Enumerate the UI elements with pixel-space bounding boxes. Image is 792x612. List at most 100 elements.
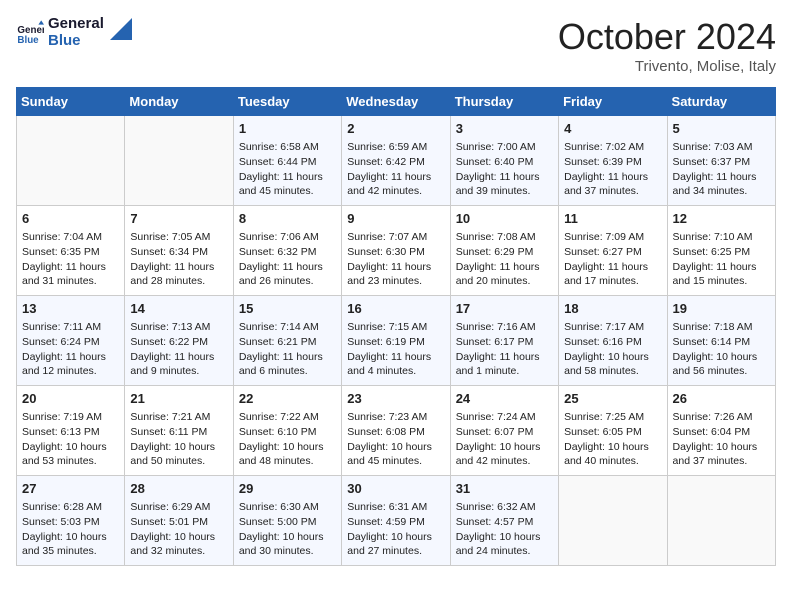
logo: General Blue General Blue [16, 16, 132, 49]
weekday-header-tuesday: Tuesday [233, 88, 341, 116]
day-number: 22 [239, 390, 336, 408]
day-info: Sunrise: 7:13 AM Sunset: 6:22 PM Dayligh… [130, 320, 227, 379]
location: Trivento, Molise, Italy [558, 58, 776, 75]
day-info: Sunrise: 6:31 AM Sunset: 4:59 PM Dayligh… [347, 500, 444, 559]
day-number: 3 [456, 120, 553, 138]
day-number: 28 [130, 480, 227, 498]
calendar-cell: 28 Sunrise: 6:29 AM Sunset: 5:01 PM Dayli… [125, 476, 233, 566]
day-number: 24 [456, 390, 553, 408]
calendar-cell: 4Sunrise: 7:02 AM Sunset: 6:39 PM Daylig… [559, 116, 667, 206]
weekday-header-friday: Friday [559, 88, 667, 116]
day-number: 12 [673, 210, 770, 228]
calendar-cell: 15Sunrise: 7:14 AM Sunset: 6:21 PM Dayli… [233, 296, 341, 386]
weekday-header-saturday: Saturday [667, 88, 775, 116]
day-info: Sunrise: 7:16 AM Sunset: 6:17 PM Dayligh… [456, 320, 553, 379]
day-number: 7 [130, 210, 227, 228]
calendar-cell: 26Sunrise: 7:26 AM Sunset: 6:04 PM Dayli… [667, 386, 775, 476]
day-info: Sunrise: 6:30 AM Sunset: 5:00 PM Dayligh… [239, 500, 336, 559]
day-info: Sunrise: 6:59 AM Sunset: 6:42 PM Dayligh… [347, 140, 444, 199]
calendar-cell: 22Sunrise: 7:22 AM Sunset: 6:10 PM Dayli… [233, 386, 341, 476]
calendar-cell: 30 Sunrise: 6:31 AM Sunset: 4:59 PM Dayli… [342, 476, 450, 566]
day-info: Sunrise: 7:17 AM Sunset: 6:16 PM Dayligh… [564, 320, 661, 379]
calendar-cell: 17 Sunrise: 7:16 AM Sunset: 6:17 PM Dayli… [450, 296, 558, 386]
day-number: 15 [239, 300, 336, 318]
calendar-cell: 13Sunrise: 7:11 AM Sunset: 6:24 PM Dayli… [17, 296, 125, 386]
calendar-cell: 19 Sunrise: 7:18 AM Sunset: 6:14 PM Dayli… [667, 296, 775, 386]
day-number: 30 [347, 480, 444, 498]
day-number: 11 [564, 210, 661, 228]
calendar-cell [559, 476, 667, 566]
day-info: Sunrise: 7:11 AM Sunset: 6:24 PM Dayligh… [22, 320, 119, 379]
day-info: Sunrise: 7:02 AM Sunset: 6:39 PM Dayligh… [564, 140, 661, 199]
calendar-cell [667, 476, 775, 566]
day-number: 23 [347, 390, 444, 408]
calendar-cell: 3 Sunrise: 7:00 AM Sunset: 6:40 PM Daylig… [450, 116, 558, 206]
day-number: 19 [673, 300, 770, 318]
title-block: October 2024 Trivento, Molise, Italy [558, 16, 776, 75]
day-info: Sunrise: 7:19 AM Sunset: 6:13 PM Dayligh… [22, 410, 119, 469]
calendar-cell: 25 Sunrise: 7:25 AM Sunset: 6:05 PM Dayli… [559, 386, 667, 476]
day-number: 29 [239, 480, 336, 498]
logo-icon: General Blue [16, 19, 44, 47]
weekday-header-thursday: Thursday [450, 88, 558, 116]
day-number: 25 [564, 390, 661, 408]
day-number: 21 [130, 390, 227, 408]
month-title: October 2024 [558, 16, 776, 58]
calendar-cell: 31 Sunrise: 6:32 AM Sunset: 4:57 PM Dayli… [450, 476, 558, 566]
calendar-cell: 2Sunrise: 6:59 AM Sunset: 6:42 PM Daylig… [342, 116, 450, 206]
day-info: Sunrise: 7:04 AM Sunset: 6:35 PM Dayligh… [22, 230, 119, 289]
calendar-cell: 16 Sunrise: 7:15 AM Sunset: 6:19 PM Dayli… [342, 296, 450, 386]
calendar-cell: 9Sunrise: 7:07 AM Sunset: 6:30 PM Daylig… [342, 206, 450, 296]
day-info: Sunrise: 7:21 AM Sunset: 6:11 PM Dayligh… [130, 410, 227, 469]
day-number: 18 [564, 300, 661, 318]
day-info: Sunrise: 6:28 AM Sunset: 5:03 PM Dayligh… [22, 500, 119, 559]
calendar-cell: 20 Sunrise: 7:19 AM Sunset: 6:13 PM Dayli… [17, 386, 125, 476]
calendar-cell: 14 Sunrise: 7:13 AM Sunset: 6:22 PM Dayli… [125, 296, 233, 386]
calendar-cell: 5 Sunrise: 7:03 AM Sunset: 6:37 PM Daylig… [667, 116, 775, 206]
day-number: 14 [130, 300, 227, 318]
day-number: 1 [239, 120, 336, 138]
calendar-cell: 10Sunrise: 7:08 AM Sunset: 6:29 PM Dayli… [450, 206, 558, 296]
calendar-cell [17, 116, 125, 206]
calendar-table: SundayMondayTuesdayWednesdayThursdayFrid… [16, 87, 776, 566]
day-info: Sunrise: 7:26 AM Sunset: 6:04 PM Dayligh… [673, 410, 770, 469]
day-info: Sunrise: 7:23 AM Sunset: 6:08 PM Dayligh… [347, 410, 444, 469]
day-info: Sunrise: 7:03 AM Sunset: 6:37 PM Dayligh… [673, 140, 770, 199]
day-info: Sunrise: 7:18 AM Sunset: 6:14 PM Dayligh… [673, 320, 770, 379]
day-number: 5 [673, 120, 770, 138]
calendar-cell: 18 Sunrise: 7:17 AM Sunset: 6:16 PM Dayli… [559, 296, 667, 386]
day-info: Sunrise: 6:32 AM Sunset: 4:57 PM Dayligh… [456, 500, 553, 559]
day-info: Sunrise: 7:08 AM Sunset: 6:29 PM Dayligh… [456, 230, 553, 289]
day-info: Sunrise: 7:05 AM Sunset: 6:34 PM Dayligh… [130, 230, 227, 289]
day-number: 6 [22, 210, 119, 228]
day-info: Sunrise: 7:00 AM Sunset: 6:40 PM Dayligh… [456, 140, 553, 199]
day-number: 27 [22, 480, 119, 498]
day-info: Sunrise: 6:29 AM Sunset: 5:01 PM Dayligh… [130, 500, 227, 559]
day-number: 8 [239, 210, 336, 228]
page: General Blue General Blue October 2024 T… [0, 0, 792, 582]
logo-triangle-icon [110, 18, 132, 40]
day-number: 16 [347, 300, 444, 318]
calendar-cell: 21 Sunrise: 7:21 AM Sunset: 6:11 PM Dayli… [125, 386, 233, 476]
day-info: Sunrise: 7:06 AM Sunset: 6:32 PM Dayligh… [239, 230, 336, 289]
calendar-cell: 29 Sunrise: 6:30 AM Sunset: 5:00 PM Dayli… [233, 476, 341, 566]
day-info: Sunrise: 6:58 AM Sunset: 6:44 PM Dayligh… [239, 140, 336, 199]
header: General Blue General Blue October 2024 T… [16, 16, 776, 75]
calendar-cell: 11 Sunrise: 7:09 AM Sunset: 6:27 PM Dayli… [559, 206, 667, 296]
weekday-header-sunday: Sunday [17, 88, 125, 116]
weekday-header-wednesday: Wednesday [342, 88, 450, 116]
calendar-cell: 12 Sunrise: 7:10 AM Sunset: 6:25 PM Dayli… [667, 206, 775, 296]
calendar-cell: 7 Sunrise: 7:05 AM Sunset: 6:34 PM Daylig… [125, 206, 233, 296]
day-info: Sunrise: 7:15 AM Sunset: 6:19 PM Dayligh… [347, 320, 444, 379]
day-info: Sunrise: 7:25 AM Sunset: 6:05 PM Dayligh… [564, 410, 661, 469]
day-info: Sunrise: 7:09 AM Sunset: 6:27 PM Dayligh… [564, 230, 661, 289]
day-number: 31 [456, 480, 553, 498]
day-number: 17 [456, 300, 553, 318]
day-info: Sunrise: 7:10 AM Sunset: 6:25 PM Dayligh… [673, 230, 770, 289]
weekday-header-monday: Monday [125, 88, 233, 116]
day-number: 20 [22, 390, 119, 408]
day-number: 9 [347, 210, 444, 228]
calendar-cell: 8 Sunrise: 7:06 AM Sunset: 6:32 PM Daylig… [233, 206, 341, 296]
svg-text:Blue: Blue [17, 34, 39, 45]
calendar-cell: 6 Sunrise: 7:04 AM Sunset: 6:35 PM Daylig… [17, 206, 125, 296]
